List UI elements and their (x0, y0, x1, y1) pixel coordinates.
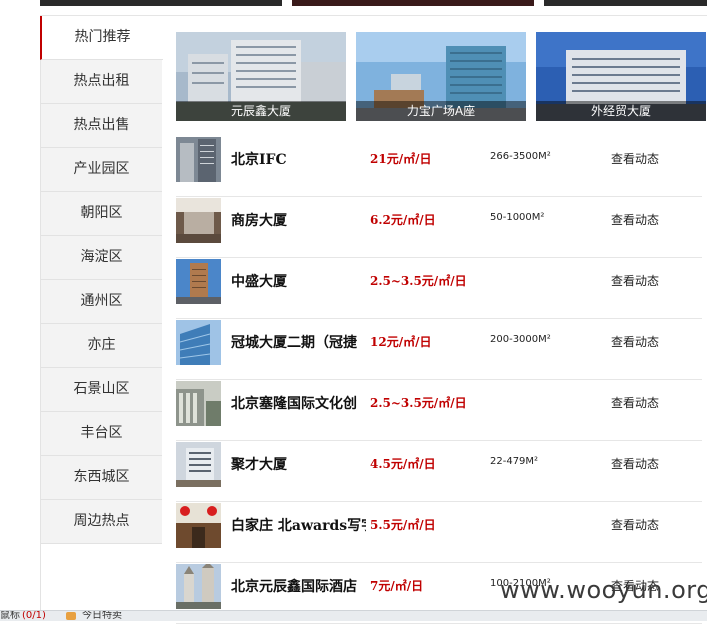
banner-caption: 元辰鑫大厦 (176, 101, 346, 121)
listing-area: 22-479M² (490, 456, 539, 467)
sidebar-item-label: 产业园区 (73, 161, 130, 177)
sidebar-item-surrounding[interactable]: 周边热点 (41, 500, 162, 544)
sidebar-item-label: 热门推荐 (74, 29, 131, 45)
sidebar-item-haidian[interactable]: 海淀区 (41, 236, 162, 280)
bottom-toolbar: 鼠标 (0/1) 今日特卖 (0, 610, 707, 621)
banner-building-photo[interactable]: 元辰鑫大厦 (176, 32, 346, 121)
sidebar-item-label: 朝阳区 (80, 205, 123, 221)
listing-price: 4.5元/㎡/日 (370, 457, 436, 471)
listing-name-link[interactable]: 白家庄 北awards写字楼 (231, 515, 366, 535)
listing-name-link[interactable]: 北京元辰鑫国际酒店 (231, 576, 366, 596)
view-updates-link[interactable]: 查看动态 (611, 333, 659, 350)
sidebar-item-label: 热点出租 (73, 73, 130, 89)
listing-thumbnail[interactable] (176, 259, 221, 304)
top-header-block (292, 0, 534, 6)
listing-name-link[interactable]: 中盛大厦 (231, 271, 366, 291)
listing-thumbnail[interactable] (176, 320, 221, 365)
listing-price: 2.5~3.5元/㎡/日 (370, 274, 467, 288)
sidebar-item-yizhuang[interactable]: 亦庄 (41, 324, 162, 368)
listing-row: 北京塞隆国际文化创 2.5~3.5元/㎡/日 查看动态 (176, 380, 702, 441)
view-updates-link[interactable]: 查看动态 (611, 516, 659, 533)
listing-thumbnail[interactable] (176, 442, 221, 487)
listing-price: 7元/㎡/日 (370, 579, 424, 593)
top-header-strip (0, 0, 707, 8)
view-updates-link[interactable]: 查看动态 (611, 394, 659, 411)
sidebar-item-label: 石景山区 (73, 381, 130, 397)
sidebar-item-dongxicheng[interactable]: 东西城区 (41, 456, 162, 500)
sidebar-item-hot-sale[interactable]: 热点出售 (41, 104, 162, 148)
view-updates-link[interactable]: 查看动态 (611, 211, 659, 228)
listing-row: 北京IFC 21元/㎡/日 266-3500M² 查看动态 (176, 136, 702, 197)
listing-thumbnail[interactable] (176, 137, 221, 182)
watermark-text: www.wooyun.org (500, 576, 707, 604)
listing-thumbnail[interactable] (176, 564, 221, 609)
listing-row: 冠城大厦二期（冠捷 12元/㎡/日 200-3000M² 查看动态 (176, 319, 702, 380)
gift-icon (66, 612, 76, 620)
sidebar-item-label: 热点出售 (73, 117, 130, 133)
sidebar-item-label: 海淀区 (80, 249, 123, 265)
view-updates-link[interactable]: 查看动态 (611, 455, 659, 472)
listing-area: 266-3500M² (490, 151, 551, 162)
banner-building-photo[interactable]: 外经贸大厦 (536, 32, 706, 121)
listing-area: 50-1000M² (490, 212, 545, 223)
listing-thumbnail[interactable] (176, 503, 221, 548)
listing-price: 2.5~3.5元/㎡/日 (370, 396, 467, 410)
sidebar-item-fengtai[interactable]: 丰台区 (41, 412, 162, 456)
listing-row: 白家庄 北awards写字楼 5.5元/㎡/日 查看动态 (176, 502, 702, 563)
view-updates-link[interactable]: 查看动态 (611, 150, 659, 167)
sidebar-item-hot-recommend[interactable]: 热门推荐 (40, 16, 163, 60)
listing-name-link[interactable]: 北京塞隆国际文化创 (231, 393, 366, 413)
listing-name-link[interactable]: 商房大厦 (231, 210, 366, 230)
sidebar-item-label: 丰台区 (80, 425, 123, 441)
sidebar-item-industrial-park[interactable]: 产业园区 (41, 148, 162, 192)
sidebar-item-shijingshan[interactable]: 石景山区 (41, 368, 162, 412)
listing-name-link[interactable]: 聚才大厦 (231, 454, 366, 474)
sidebar-item-hot-rent[interactable]: 热点出租 (41, 60, 162, 104)
top-header-block (40, 0, 282, 6)
category-sidebar: 热门推荐 热点出租 热点出售 产业园区 朝阳区 海淀区 通州区 亦庄 石景山区 … (40, 16, 163, 610)
sidebar-item-label: 亦庄 (87, 337, 116, 353)
listing-row: 聚才大厦 4.5元/㎡/日 22-479M² 查看动态 (176, 441, 702, 502)
listing-thumbnail[interactable] (176, 381, 221, 426)
banner-building-photo[interactable]: 力宝广场A座 (356, 32, 526, 121)
listing-price: 6.2元/㎡/日 (370, 213, 436, 227)
sidebar-item-tongzhou[interactable]: 通州区 (41, 280, 162, 324)
listing-thumbnail[interactable] (176, 198, 221, 243)
sidebar-item-label: 东西城区 (73, 469, 130, 485)
sidebar-item-label: 周边热点 (73, 513, 130, 529)
listing-price: 12元/㎡/日 (370, 335, 432, 349)
listing-area: 200-3000M² (490, 334, 551, 345)
listing-row: 中盛大厦 2.5~3.5元/㎡/日 查看动态 (176, 258, 702, 319)
listing-name-link[interactable]: 北京IFC (231, 149, 366, 169)
top-header-block (544, 0, 707, 6)
view-updates-link[interactable]: 查看动态 (611, 272, 659, 289)
sidebar-item-chaoyang[interactable]: 朝阳区 (41, 192, 162, 236)
listing-name-link[interactable]: 冠城大厦二期（冠捷 (231, 332, 366, 352)
banner-caption: 力宝广场A座 (356, 101, 526, 121)
listing-price: 5.5元/㎡/日 (370, 518, 436, 532)
listing-price: 21元/㎡/日 (370, 152, 432, 166)
sidebar-item-label: 通州区 (80, 293, 123, 309)
listing-row: 商房大厦 6.2元/㎡/日 50-1000M² 查看动态 (176, 197, 702, 258)
banner-caption: 外经贸大厦 (536, 101, 706, 121)
